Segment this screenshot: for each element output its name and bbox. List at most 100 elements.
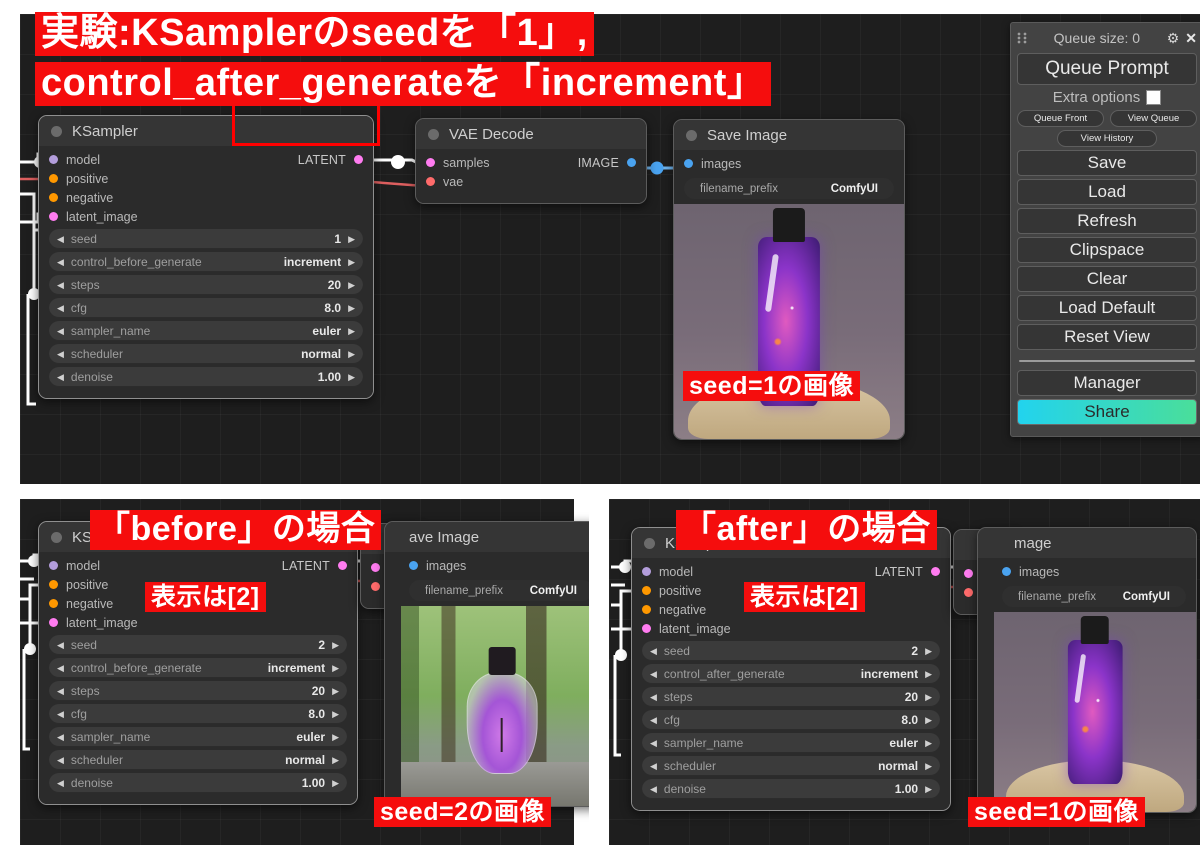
widget-value[interactable]: 1.00 [895, 782, 918, 796]
widget-value[interactable]: increment [284, 255, 341, 269]
increment-arrow-icon[interactable]: ▶ [925, 715, 932, 725]
input-slot-model[interactable]: model LATENT [39, 150, 373, 169]
extra-options-checkbox[interactable] [1146, 90, 1162, 105]
image-preview[interactable] [674, 204, 904, 439]
canvas-before[interactable]: KSampler model LATENT positive negative [20, 499, 589, 845]
view-queue-button[interactable]: View Queue [1110, 110, 1197, 127]
widget-filename-prefix[interactable]: filename_prefix ComfyUI [409, 580, 589, 601]
decrement-arrow-icon[interactable]: ◀ [57, 303, 64, 313]
widget-seed[interactable]: ◀ seed 2 ▶ [49, 635, 347, 655]
widget-denoise[interactable]: ◀ denoise 1.00 ▶ [642, 779, 940, 799]
increment-arrow-icon[interactable]: ▶ [332, 640, 339, 650]
widget-sampler-name[interactable]: ◀ sampler_name euler ▶ [642, 733, 940, 753]
decrement-arrow-icon[interactable]: ◀ [650, 646, 657, 656]
drag-grip-icon[interactable] [1017, 32, 1027, 44]
widget-value[interactable]: ComfyUI [831, 183, 878, 195]
input-slot-latent-image[interactable]: latent_image [39, 613, 357, 632]
input-slot-latent-image[interactable]: latent_image [39, 207, 373, 226]
widget-sampler-name[interactable]: ◀ sampler_name euler ▶ [49, 321, 363, 341]
decrement-arrow-icon[interactable]: ◀ [650, 761, 657, 771]
load-button[interactable]: Load [1017, 179, 1197, 205]
decrement-arrow-icon[interactable]: ◀ [57, 640, 64, 650]
port-latent-image-icon[interactable] [49, 618, 58, 627]
decrement-arrow-icon[interactable]: ◀ [57, 257, 64, 267]
port-latent-out-icon[interactable] [931, 567, 940, 576]
increment-arrow-icon[interactable]: ▶ [925, 738, 932, 748]
increment-arrow-icon[interactable]: ▶ [348, 372, 355, 382]
port-images-icon[interactable] [684, 159, 693, 168]
extra-options-row[interactable]: Extra options [1017, 89, 1197, 106]
node-ksampler[interactable]: KSampler model LATENT positive negative [631, 527, 951, 811]
port-model-icon[interactable] [49, 155, 58, 164]
collapse-dot-icon[interactable] [644, 537, 655, 549]
collapse-dot-icon[interactable] [51, 531, 62, 543]
widget-seed[interactable]: ◀ seed 2 ▶ [642, 641, 940, 661]
node-title-bar[interactable]: ave Image [385, 522, 589, 552]
increment-arrow-icon[interactable]: ▶ [348, 349, 355, 359]
increment-arrow-icon[interactable]: ▶ [925, 646, 932, 656]
port-samples-icon[interactable] [426, 158, 435, 167]
node-vae-decode[interactable]: VAE Decode samples IMAGE vae [415, 118, 647, 204]
decrement-arrow-icon[interactable]: ◀ [57, 686, 64, 696]
widget-sampler-name[interactable]: ◀ sampler_name euler ▶ [49, 727, 347, 747]
widget-scheduler[interactable]: ◀ scheduler normal ▶ [49, 344, 363, 364]
widget-value[interactable]: 20 [328, 278, 341, 292]
widget-value[interactable]: normal [301, 347, 341, 361]
reset-view-button[interactable]: Reset View [1017, 324, 1197, 350]
widget-value[interactable]: euler [889, 736, 918, 750]
port-images-icon[interactable] [409, 561, 418, 570]
port-positive-icon[interactable] [49, 580, 58, 589]
widget-filename-prefix[interactable]: filename_prefix ComfyUI [684, 178, 894, 199]
widget-value[interactable]: 2 [911, 644, 918, 658]
widget-scheduler[interactable]: ◀ scheduler normal ▶ [642, 756, 940, 776]
widget-cfg[interactable]: ◀ cfg 8.0 ▶ [49, 704, 347, 724]
widget-scheduler[interactable]: ◀ scheduler normal ▶ [49, 750, 347, 770]
increment-arrow-icon[interactable]: ▶ [925, 761, 932, 771]
decrement-arrow-icon[interactable]: ◀ [650, 669, 657, 679]
widget-cfg[interactable]: ◀ cfg 8.0 ▶ [49, 298, 363, 318]
widget-value[interactable]: 20 [312, 684, 325, 698]
increment-arrow-icon[interactable]: ▶ [332, 778, 339, 788]
input-slot-samples[interactable]: samples IMAGE [416, 153, 646, 172]
decrement-arrow-icon[interactable]: ◀ [57, 755, 64, 765]
clipspace-button[interactable]: Clipspace [1017, 237, 1197, 263]
port-latent-image-icon[interactable] [642, 624, 651, 633]
save-button[interactable]: Save [1017, 150, 1197, 176]
canvas-after[interactable]: KSampler model LATENT positive negative [609, 499, 1200, 845]
input-slot-positive[interactable]: positive [39, 169, 373, 188]
collapse-dot-icon[interactable] [428, 128, 439, 140]
image-preview[interactable] [401, 606, 589, 806]
share-button[interactable]: Share [1017, 399, 1197, 425]
decrement-arrow-icon[interactable]: ◀ [650, 715, 657, 725]
close-icon[interactable]: ✕ [1185, 30, 1197, 47]
widget-value[interactable]: 1 [334, 232, 341, 246]
node-ksampler[interactable]: KSampler model LATENT positive negative [38, 521, 358, 805]
port-negative-icon[interactable] [642, 605, 651, 614]
widget-value[interactable]: normal [285, 753, 325, 767]
widget-denoise[interactable]: ◀ denoise 1.00 ▶ [49, 367, 363, 387]
input-slot-model[interactable]: model LATENT [39, 556, 357, 575]
widget-value[interactable]: euler [296, 730, 325, 744]
port-negative-icon[interactable] [49, 193, 58, 202]
input-slot-negative[interactable]: negative [39, 188, 373, 207]
increment-arrow-icon[interactable]: ▶ [332, 709, 339, 719]
widget-value[interactable]: increment [861, 667, 918, 681]
increment-arrow-icon[interactable]: ▶ [925, 692, 932, 702]
port-image-out-icon[interactable] [627, 158, 636, 167]
widget-seed[interactable]: ◀ seed 1 ▶ [49, 229, 363, 249]
queue-prompt-button[interactable]: Queue Prompt [1017, 53, 1197, 85]
node-title-bar[interactable]: VAE Decode [416, 119, 646, 149]
widget-steps[interactable]: ◀ steps 20 ▶ [642, 687, 940, 707]
image-preview[interactable] [994, 612, 1196, 812]
port-latent-image-icon[interactable] [49, 212, 58, 221]
port-vae-icon[interactable] [371, 582, 380, 591]
collapse-dot-icon[interactable] [51, 125, 62, 137]
input-slot-images[interactable]: images [674, 154, 904, 173]
decrement-arrow-icon[interactable]: ◀ [57, 778, 64, 788]
manager-button[interactable]: Manager [1017, 370, 1197, 396]
increment-arrow-icon[interactable]: ▶ [348, 257, 355, 267]
port-positive-icon[interactable] [642, 586, 651, 595]
port-images-icon[interactable] [1002, 567, 1011, 576]
decrement-arrow-icon[interactable]: ◀ [57, 280, 64, 290]
widget-value[interactable]: 1.00 [302, 776, 325, 790]
